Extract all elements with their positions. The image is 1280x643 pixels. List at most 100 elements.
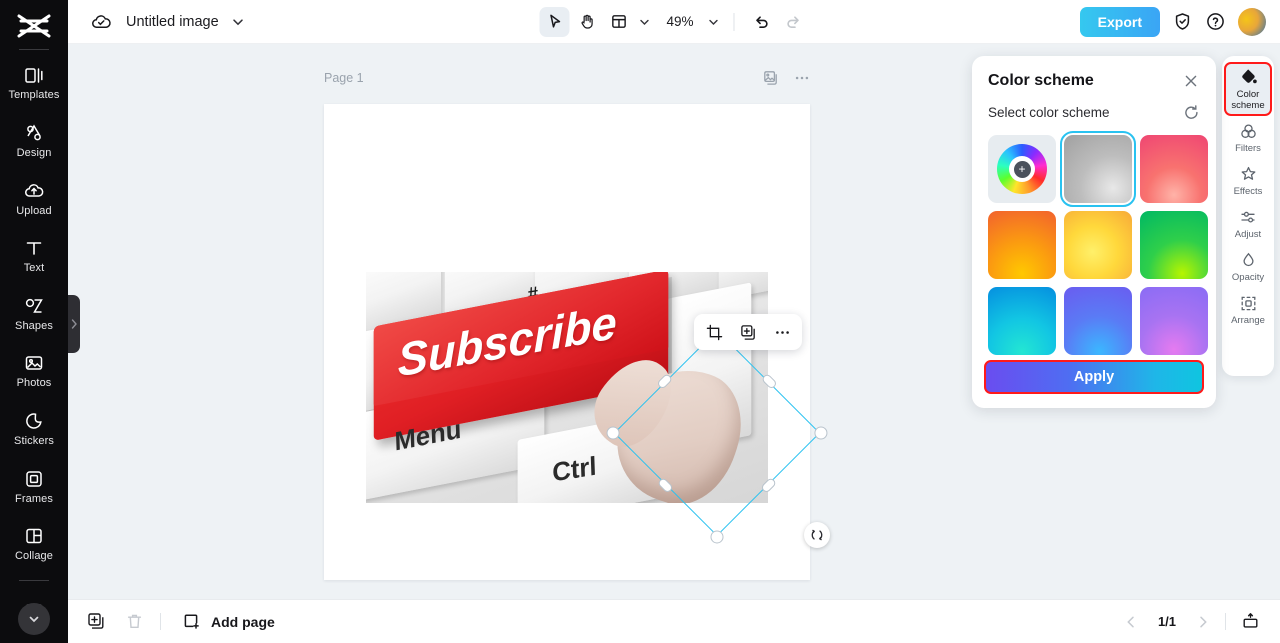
right-item-opacity[interactable]: Opacity <box>1224 245 1272 288</box>
question-circle-icon[interactable] <box>1205 11 1226 32</box>
right-item-label-line1: Color <box>1236 89 1260 100</box>
export-button[interactable]: Export <box>1079 6 1160 37</box>
templates-icon <box>23 64 45 86</box>
sidebar-item-text[interactable]: Text <box>0 227 68 285</box>
swatch-orange[interactable] <box>988 211 1056 279</box>
swatch-pink[interactable] <box>1140 135 1208 203</box>
undo-button[interactable] <box>747 7 777 37</box>
adjust-icon <box>1239 208 1258 227</box>
crop-icon[interactable] <box>700 318 728 346</box>
swatch-blue-violet[interactable] <box>1064 287 1132 355</box>
swatch-yellow[interactable] <box>1064 211 1132 279</box>
rotate-handle[interactable] <box>804 522 830 548</box>
panel-title: Color scheme <box>988 72 1094 89</box>
sidebar-item-photos[interactable]: Photos <box>0 342 68 400</box>
document-title[interactable]: Untitled image <box>126 14 219 30</box>
duplicate-icon[interactable] <box>734 318 762 346</box>
apply-button[interactable]: Apply <box>984 360 1204 394</box>
right-item-label: Opacity <box>1231 272 1265 283</box>
right-item-filters[interactable]: Filters <box>1224 116 1272 159</box>
prev-page-button[interactable] <box>1121 612 1141 632</box>
capcut-editor-window: Templates Design Upload Text Shapes Phot… <box>0 0 1280 643</box>
duplicate-page-icon[interactable] <box>762 70 779 87</box>
right-sidebar: Color scheme Filters Effects Adjust Opac… <box>1222 56 1274 376</box>
color-scheme-icon <box>1239 68 1258 87</box>
sidebar-item-collage[interactable]: Collage <box>0 515 68 573</box>
sidebar-item-shapes[interactable]: Shapes <box>0 285 68 343</box>
rail-divider-bottom <box>19 580 49 582</box>
add-page-icon <box>179 610 203 634</box>
reset-icon[interactable] <box>1183 104 1200 121</box>
sidebar-item-templates[interactable]: Templates <box>0 54 68 112</box>
right-item-adjust[interactable]: Adjust <box>1224 202 1272 245</box>
right-item-label: Effects <box>1233 186 1263 197</box>
next-page-button[interactable] <box>1193 612 1213 632</box>
sidebar-collapse-handle[interactable] <box>68 295 80 353</box>
chevron-right-icon <box>70 318 78 330</box>
color-scheme-panel: Color scheme Select color scheme + Apply <box>972 56 1216 408</box>
hand-icon <box>578 13 595 30</box>
top-toolbar: Untitled image 49% Export <box>68 0 1280 44</box>
add-page-button[interactable]: Add page <box>179 610 275 634</box>
rotate-icon <box>810 528 824 542</box>
sidebar-item-design[interactable]: Design <box>0 112 68 170</box>
select-tool-button[interactable] <box>539 6 570 37</box>
swatch-custom[interactable]: + <box>988 135 1056 203</box>
panel-header: Color scheme <box>972 56 1216 90</box>
page-more-options-icon[interactable] <box>793 70 810 87</box>
layout-chevron-down-icon[interactable] <box>636 14 652 30</box>
rail-divider <box>19 49 49 51</box>
chevron-down-icon <box>27 612 41 626</box>
expand-sidebar-button[interactable] <box>18 603 50 635</box>
frames-icon <box>23 468 45 490</box>
chevron-down-icon[interactable] <box>231 15 245 29</box>
shield-check-icon[interactable] <box>1172 11 1193 32</box>
trash-icon[interactable] <box>122 610 146 634</box>
zoom-level-label[interactable]: 49% <box>666 14 693 29</box>
swatch-grey[interactable] <box>1060 131 1136 207</box>
right-item-color-scheme[interactable]: Color scheme <box>1224 62 1272 116</box>
more-options-icon[interactable] <box>768 318 796 346</box>
filters-icon <box>1239 122 1258 141</box>
sidebar-item-label: Frames <box>15 492 53 505</box>
user-avatar[interactable] <box>1238 7 1266 36</box>
sidebar-item-upload[interactable]: Upload <box>0 169 68 227</box>
page-indicator: 1/1 <box>1157 614 1177 629</box>
layout-grid-icon <box>610 13 627 30</box>
right-item-label: Filters <box>1235 143 1261 154</box>
present-icon[interactable] <box>1238 610 1262 634</box>
bottom-divider-right <box>1225 613 1226 630</box>
page-label: Page 1 <box>324 71 364 85</box>
capcut-logo-icon[interactable] <box>14 10 54 41</box>
sidebar-item-label: Upload <box>16 204 52 217</box>
layout-tool-button[interactable] <box>603 7 633 37</box>
swatch-green[interactable] <box>1140 211 1208 279</box>
zoom-chevron-down-icon[interactable] <box>706 14 722 30</box>
add-page-label: Add page <box>211 613 275 630</box>
redo-button[interactable] <box>779 7 809 37</box>
right-item-label: Arrange <box>1231 315 1265 326</box>
page-header-row: Page 1 <box>324 68 810 88</box>
right-item-effects[interactable]: Effects <box>1224 159 1272 202</box>
sidebar-item-label: Design <box>16 147 52 160</box>
cloud-saved-icon <box>90 11 112 33</box>
sidebar-item-frames[interactable]: Frames <box>0 457 68 515</box>
redo-arrow-icon <box>785 13 803 31</box>
swatch-purple[interactable] <box>1140 287 1208 355</box>
swatch-cyan[interactable] <box>988 287 1056 355</box>
sidebar-item-label: Shapes <box>15 319 53 332</box>
sidebar-item-stickers[interactable]: Stickers <box>0 400 68 458</box>
select-color-scheme-label: Select color scheme <box>988 105 1110 120</box>
sidebar-item-label: Photos <box>16 377 52 390</box>
close-icon[interactable] <box>1182 72 1200 90</box>
duplicate-page-button[interactable] <box>84 610 108 634</box>
right-item-label-line2: scheme <box>1231 100 1265 111</box>
bottom-left-actions: Add page <box>84 610 275 634</box>
hand-tool-button[interactable] <box>571 7 601 37</box>
right-item-label: Adjust <box>1234 229 1262 240</box>
collage-icon <box>23 525 45 547</box>
right-item-arrange[interactable]: Arrange <box>1224 288 1272 331</box>
photos-icon <box>23 352 45 374</box>
element-floating-toolbar <box>694 314 802 350</box>
bottom-divider <box>160 613 161 630</box>
